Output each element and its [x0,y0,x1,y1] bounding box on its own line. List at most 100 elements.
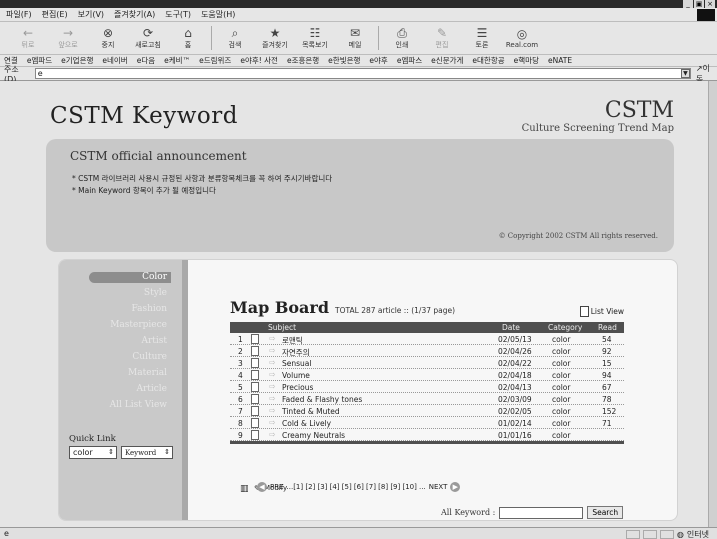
next-arrow-icon[interactable]: ▶ [450,482,461,492]
board-header: Map Board TOTAL 287 article :: (1/37 pag… [230,298,624,317]
select-value: Keyword [125,448,157,457]
row-number: 1 [238,335,243,344]
nav-item[interactable]: Style [89,288,171,299]
link-item[interactable]: e대한항공 [472,55,504,66]
nav-item[interactable]: Artist [89,336,171,347]
row-subject: Cold & Lively [282,419,332,428]
row-read: 78 [602,395,612,404]
row-subject: Creamy Neutrals [282,431,346,440]
toolbar-label: 새로고침 [135,40,161,49]
address-input[interactable]: e [34,68,691,79]
toolbar-button-4[interactable]: ⌂ 홈 [168,23,208,53]
quick-link-keyword-select[interactable]: Keyword ⇕ [121,446,173,459]
toolbar-button-1[interactable]: → 앞으로 [48,23,88,53]
address-dropdown-icon[interactable]: ▼ [680,69,690,78]
nav-item[interactable]: Fashion [89,304,171,315]
table-row[interactable]: ⇨ 6 Faded & Flashy tones 02/03/09 color 78 [230,393,624,405]
document-icon [251,358,259,368]
table-row[interactable]: ⇨ 2 자연주의 02/04/26 color 92 [230,345,624,357]
toolbar-label: 앞으로 [58,40,78,49]
nav-item[interactable]: Culture [89,352,171,363]
search-input[interactable] [499,506,584,519]
toolbar-label: 홈 [184,40,192,49]
zone-label: 인터넷 [686,530,709,539]
document-icon [251,430,259,440]
vertical-scrollbar[interactable] [708,81,717,527]
table-row[interactable]: ⇨ 4 Volume 02/04/18 color 94 [230,369,624,381]
link-item[interactable]: e엠파스 [397,55,422,66]
pagination: ◀ PRE ...[1] [2] [3] [4] [5] [6] [7] [8]… [257,482,461,492]
menu-item[interactable]: 편집(E) [42,9,68,20]
link-item[interactable]: e드림위즈 [199,55,231,66]
menu-item[interactable]: 파일(F) [6,9,32,20]
link-item[interactable]: e다음 [137,55,155,66]
next-link[interactable]: NEXT [429,483,448,491]
row-date: 01/01/16 [498,431,532,440]
toolbar-button-8[interactable]: ✉ 메일 [335,23,375,53]
link-label: 야후 [374,56,388,65]
list-view-link[interactable]: List View [579,306,624,317]
toolbar-button-3[interactable]: ⟳ 새로고침 [128,23,168,53]
table-row[interactable]: ⇨ 7 Tinted & Muted 02/02/05 color 152 [230,405,624,417]
toolbar-icon: ✎ [436,25,448,40]
nav-item[interactable]: Material [89,368,171,379]
maximize-button[interactable]: ▣ [694,0,704,8]
search-button[interactable]: Search [587,506,624,519]
toolbar-button-12[interactable]: ◎ Real.com [502,23,542,53]
minimize-button[interactable]: _ [683,0,693,8]
link-item[interactable]: e야후! 사전 [240,55,278,66]
toolbar-icon: ⊗ [102,25,114,40]
arrow-icon: ⇨ [269,382,276,391]
link-item[interactable]: e조흥은행 [287,55,319,66]
quick-link-category-select[interactable]: color ⇕ [69,446,117,459]
prev-link[interactable]: PRE [270,483,284,491]
link-item[interactable]: e신문가게 [431,55,463,66]
link-item[interactable]: e한빛은행 [328,55,360,66]
prev-arrow-icon[interactable]: ◀ [257,482,267,492]
close-button[interactable]: × [705,0,715,8]
table-row[interactable]: ⇨ 9 Creamy Neutrals 01/01/16 color [230,429,624,441]
nav-item[interactable]: All List View [89,400,171,411]
map-board: Map Board TOTAL 287 article :: (1/37 pag… [230,298,624,444]
link-item[interactable]: e기업은행 [61,55,93,66]
row-subject: Faded & Flashy tones [282,395,363,404]
select-value: color [73,448,93,457]
page-links[interactable]: ...[1] [2] [3] [4] [5] [6] [7] [8] [9] [… [287,483,426,491]
table-row[interactable]: ⇨ 1 로맨틱 02/05/13 color 54 [230,333,624,345]
menu-item[interactable]: 도움말(H) [201,9,235,20]
table-row[interactable]: ⇨ 8 Cold & Lively 01/02/14 color 71 [230,417,624,429]
toolbar-button-6[interactable]: ★ 즐겨찾기 [255,23,295,53]
chart-icon[interactable]: ▥ [240,484,249,494]
arrow-icon: ⇨ [269,370,276,379]
link-item[interactable]: eNATE [548,56,572,65]
menu-item[interactable]: 도구(T) [165,9,191,20]
toolbar-label: 뒤로 [21,40,35,49]
link-item[interactable]: e야후 [369,55,387,66]
link-item[interactable]: e케비™ [164,55,190,66]
link-item[interactable]: e네이버 [102,55,127,66]
nav-item[interactable]: Article [89,384,171,395]
nav-item[interactable]: Color [89,272,171,283]
toolbar-button-0[interactable]: ← 뒤로 [8,23,48,53]
link-label: 한빛은행 [332,56,361,65]
row-subject: Sensual [282,359,312,368]
table-row[interactable]: ⇨ 5 Precious 02/04/13 color 67 [230,381,624,393]
menu-item[interactable]: 즐겨찾기(A) [114,9,155,20]
toolbar-button-11[interactable]: ☰ 토론 [462,23,502,53]
toolbar-button-9[interactable]: ⎙ 인쇄 [382,23,422,53]
toolbar-button-5[interactable]: ⌕ 검색 [215,23,255,53]
nav-separator [182,260,188,520]
toolbar-button-10[interactable]: ✎ 편집 [422,23,462,53]
table-row[interactable]: ⇨ 3 Sensual 02/04/22 color 15 [230,357,624,369]
select-arrow-icon: ⇕ [164,448,170,456]
row-category: color [552,431,571,440]
toolbar-button-7[interactable]: ☷ 목록보기 [295,23,335,53]
toolbar-button-2[interactable]: ⊗ 중지 [88,23,128,53]
row-number: 5 [238,383,243,392]
link-item[interactable]: e핵마당 [514,55,539,66]
link-label: 핵마당 [518,56,539,65]
nav-item[interactable]: Masterpiece [89,320,171,331]
row-read: 15 [602,359,612,368]
row-number: 4 [238,371,243,380]
menu-item[interactable]: 보기(V) [78,9,104,20]
